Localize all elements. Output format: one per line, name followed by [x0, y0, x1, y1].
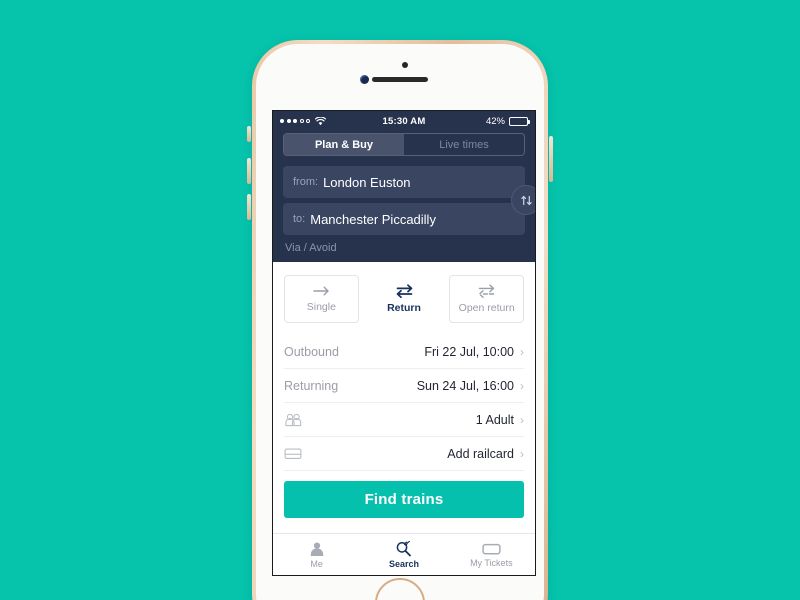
antenna-band-right [527, 44, 532, 54]
find-trains-button[interactable]: Find trains [284, 481, 524, 518]
chevron-right-icon: › [520, 378, 524, 393]
tab-my-tickets[interactable]: My Tickets [448, 534, 535, 575]
ticket-type-return[interactable]: Return [366, 275, 442, 323]
chevron-right-icon: › [520, 344, 524, 359]
power-button[interactable] [549, 136, 553, 182]
mode-segmented-control[interactable]: Plan & Buy Live times [283, 133, 525, 156]
tab-search[interactable]: Search [360, 534, 447, 575]
from-station-field[interactable]: from: London Euston [283, 166, 525, 198]
returning-row[interactable]: Returning Sun 24 Jul, 16:00 › [284, 369, 524, 403]
screenshot-canvas: 15:30 AM 42% Plan & Buy Live times from:… [0, 0, 800, 600]
earpiece-speaker-icon [372, 77, 428, 82]
status-bar-clock: 15:30 AM [382, 115, 426, 127]
phone-device-frame: 15:30 AM 42% Plan & Buy Live times from:… [247, 40, 553, 600]
ticket-type-selector[interactable]: Single Return Open return [273, 262, 535, 335]
battery-percent-label: 42% [485, 115, 505, 127]
passengers-row[interactable]: 1 Adult › [284, 403, 524, 437]
passengers-value: 1 Adult [475, 412, 514, 427]
returning-value: Sun 24 Jul, 16:00 [416, 378, 514, 393]
arrows-two-way-icon [395, 284, 414, 298]
phone-front-face: 15:30 AM 42% Plan & Buy Live times from:… [256, 44, 544, 600]
antenna-band-left [268, 44, 273, 54]
passengers-icon [284, 413, 302, 427]
swap-vertical-icon [519, 193, 534, 208]
ticket-type-single-label: Single [306, 301, 336, 313]
phone-screen: 15:30 AM 42% Plan & Buy Live times from:… [272, 110, 536, 576]
route-fields: from: London Euston to: Manchester Picca… [283, 166, 535, 235]
arrow-right-icon [312, 285, 331, 297]
swap-stations-button[interactable] [511, 185, 535, 215]
ticket-type-open-return-label: Open return [458, 302, 515, 314]
search-signal-icon [395, 540, 412, 557]
returning-label: Returning [284, 378, 339, 393]
chevron-right-icon: › [520, 446, 524, 461]
battery-icon [509, 116, 530, 126]
tab-me-label: Me [310, 558, 323, 569]
arrows-open-return-icon [477, 284, 496, 298]
signal-dots-icon [280, 119, 310, 123]
railcard-value: Add railcard [447, 446, 514, 461]
railcard-row[interactable]: Add railcard › [284, 437, 524, 471]
outbound-value: Fri 22 Jul, 10:00 [424, 344, 514, 359]
tab-my-tickets-label: My Tickets [470, 557, 513, 568]
volume-down-button[interactable] [247, 194, 251, 220]
chevron-right-icon: › [520, 412, 524, 427]
app-header: 15:30 AM 42% Plan & Buy Live times from:… [273, 111, 535, 262]
railcard-icon [284, 447, 302, 460]
via-avoid-link[interactable]: Via / Avoid [285, 242, 535, 254]
ticket-type-open-return[interactable]: Open return [449, 275, 525, 323]
tab-live-times[interactable]: Live times [404, 134, 524, 155]
home-button[interactable] [375, 578, 425, 600]
outbound-row[interactable]: Outbound Fri 22 Jul, 10:00 › [284, 335, 524, 369]
status-bar: 15:30 AM 42% [273, 111, 535, 131]
status-bar-right: 42% [425, 115, 530, 127]
tab-plan-and-buy[interactable]: Plan & Buy [284, 134, 404, 155]
wifi-icon [315, 116, 326, 126]
from-station-value[interactable]: London Euston [323, 175, 410, 190]
volume-up-button[interactable] [247, 158, 251, 184]
mute-switch[interactable] [247, 126, 251, 142]
to-station-field[interactable]: to: Manchester Piccadilly [283, 203, 525, 235]
from-field-label: from: [293, 176, 319, 188]
search-form-body: Single Return Open return Outbound Fri 2… [273, 262, 535, 518]
person-icon [309, 541, 325, 557]
tab-search-label: Search [388, 559, 419, 569]
front-camera-icon [360, 75, 369, 84]
ticket-type-return-label: Return [387, 302, 421, 314]
to-field-label: to: [293, 213, 306, 225]
outbound-label: Outbound [284, 344, 339, 359]
ticket-icon [482, 542, 501, 556]
status-bar-left [280, 116, 383, 126]
tab-me[interactable]: Me [273, 534, 360, 575]
ticket-type-single[interactable]: Single [284, 275, 359, 323]
bottom-tab-bar[interactable]: Me Search My Tickets [273, 533, 535, 575]
proximity-sensor-icon [402, 62, 408, 68]
to-station-value[interactable]: Manchester Piccadilly [310, 212, 436, 227]
